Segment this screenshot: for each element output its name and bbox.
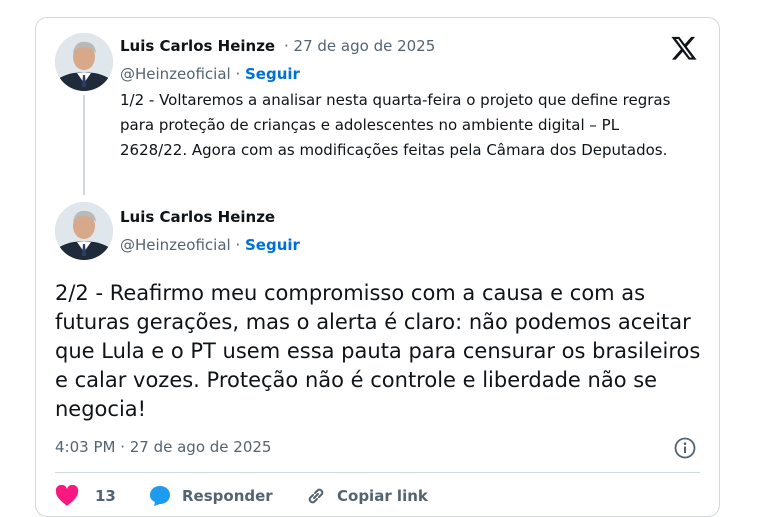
reply-bubble-icon	[148, 485, 172, 507]
author-handle-row: @Heinzeoficial · Seguir	[120, 65, 300, 83]
tweet-timestamp[interactable]: 4:03 PM · 27 de ago de 2025	[55, 438, 271, 456]
thread-connector-line	[83, 95, 85, 195]
tweet-date[interactable]: · 27 de ago de 2025	[284, 37, 435, 55]
heart-icon	[55, 485, 79, 507]
reply-label: Responder	[182, 487, 273, 505]
follow-button[interactable]: Seguir	[245, 65, 300, 83]
tweet-text: 2/2 - Reafirmo meu compromisso com a cau…	[55, 281, 701, 421]
author-handle[interactable]: @Heinzeoficial	[120, 236, 231, 254]
like-count: 13	[95, 487, 116, 505]
follow-button[interactable]: Seguir	[245, 236, 300, 254]
copy-link-label: Copiar link	[337, 487, 428, 505]
action-bar: 13 Responder Copiar link	[55, 485, 700, 507]
reply-button[interactable]: Responder	[148, 485, 273, 507]
tweet-text: 1/2 - Voltaremos a analisar nesta quarta…	[120, 91, 671, 159]
avatar[interactable]	[55, 202, 113, 260]
divider	[55, 472, 700, 473]
x-logo-icon[interactable]	[670, 34, 698, 62]
author-handle-row: @Heinzeoficial · Seguir	[120, 236, 300, 254]
copy-link-button[interactable]: Copiar link	[305, 485, 428, 507]
author-handle[interactable]: @Heinzeoficial	[120, 65, 231, 83]
link-icon	[305, 485, 327, 507]
author-name[interactable]: Luis Carlos Heinze	[120, 37, 275, 55]
avatar[interactable]	[55, 33, 113, 91]
tweet-date-text[interactable]: 27 de ago de 2025	[294, 37, 436, 55]
info-icon[interactable]	[674, 437, 696, 459]
like-button[interactable]: 13	[55, 485, 116, 507]
author-name[interactable]: Luis Carlos Heinze	[120, 208, 275, 226]
